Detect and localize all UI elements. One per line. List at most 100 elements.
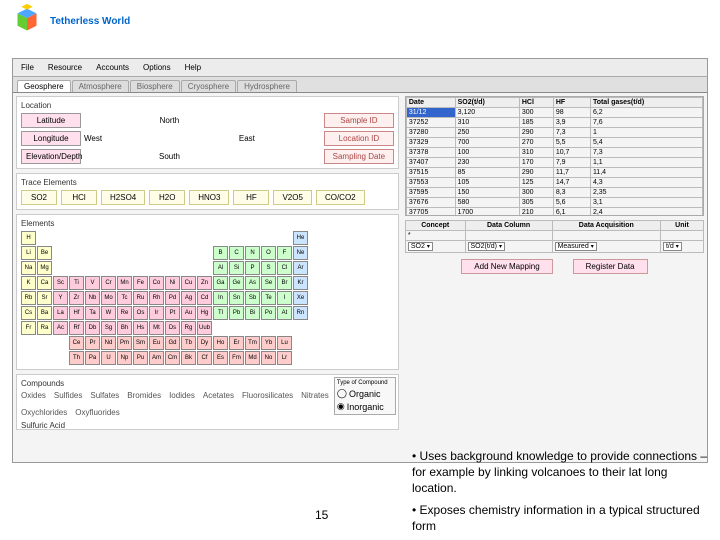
cell[interactable]: 37407 — [406, 158, 455, 168]
cell[interactable]: 37329 — [406, 138, 455, 148]
element-Sn[interactable]: Sn — [229, 291, 244, 305]
element-Sb[interactable]: Sb — [245, 291, 260, 305]
cell[interactable]: 7,9 — [553, 158, 590, 168]
element-La[interactable]: La — [53, 306, 68, 320]
cell[interactable]: 37378 — [406, 148, 455, 158]
element-N[interactable]: N — [245, 246, 260, 260]
cell[interactable]: 230 — [455, 158, 519, 168]
element-Rg[interactable]: Rg — [181, 321, 196, 335]
element-Es[interactable]: Es — [213, 351, 228, 365]
cell[interactable]: 290 — [519, 168, 553, 178]
element-I[interactable]: I — [277, 291, 292, 305]
cell[interactable]: 1 — [590, 128, 702, 138]
element-Xe[interactable]: Xe — [293, 291, 308, 305]
element-As[interactable]: As — [245, 276, 260, 290]
cell[interactable]: 6,2 — [590, 108, 702, 118]
element-Kr[interactable]: Kr — [293, 276, 308, 290]
cell[interactable]: 4,3 — [590, 178, 702, 188]
element-Rh[interactable]: Rh — [149, 291, 164, 305]
cell[interactable]: 85 — [455, 168, 519, 178]
element-Rf[interactable]: Rf — [69, 321, 84, 335]
element-In[interactable]: In — [213, 291, 228, 305]
cell[interactable]: 7,3 — [590, 148, 702, 158]
cell[interactable]: 580 — [455, 198, 519, 208]
element-S[interactable]: S — [261, 261, 276, 275]
element-Hg[interactable]: Hg — [197, 306, 212, 320]
element-Ds[interactable]: Ds — [165, 321, 180, 335]
element-Pt[interactable]: Pt — [165, 306, 180, 320]
sample-id-button[interactable]: Sample ID — [324, 113, 394, 128]
cell[interactable]: 8,3 — [553, 188, 590, 198]
element-Am[interactable]: Am — [149, 351, 164, 365]
element-Ga[interactable]: Ga — [213, 276, 228, 290]
cell[interactable]: 37705 — [406, 208, 455, 217]
cell[interactable]: 3,9 — [553, 118, 590, 128]
menu-accounts[interactable]: Accounts — [92, 62, 133, 73]
element-He[interactable]: He — [293, 231, 308, 245]
element-Tl[interactable]: Tl — [213, 306, 228, 320]
element-Re[interactable]: Re — [117, 306, 132, 320]
cell[interactable]: 98 — [553, 108, 590, 118]
element-Db[interactable]: Db — [85, 321, 100, 335]
element-Lu[interactable]: Lu — [277, 336, 292, 350]
cell[interactable]: 105 — [455, 178, 519, 188]
element-Cr[interactable]: Cr — [101, 276, 116, 290]
acq-select[interactable]: Measured — [555, 242, 597, 251]
element-Cf[interactable]: Cf — [197, 351, 212, 365]
element-Ce[interactable]: Ce — [69, 336, 84, 350]
trace-HF[interactable]: HF — [233, 190, 269, 205]
element-Pr[interactable]: Pr — [85, 336, 100, 350]
element-Mg[interactable]: Mg — [37, 261, 52, 275]
location-id-button[interactable]: Location ID — [324, 131, 394, 146]
datacol-select[interactable]: SO2(t/d) — [468, 242, 505, 251]
element-Hs[interactable]: Hs — [133, 321, 148, 335]
tab-biosphere[interactable]: Biosphere — [130, 80, 180, 92]
cell[interactable]: 2,4 — [590, 208, 702, 217]
cell[interactable]: 300 — [519, 188, 553, 198]
concept-select[interactable]: SO2 — [408, 242, 433, 251]
element-Tm[interactable]: Tm — [245, 336, 260, 350]
radio-inorganic[interactable]: ◉ — [337, 401, 345, 412]
element-Nb[interactable]: Nb — [85, 291, 100, 305]
element-Rb[interactable]: Rb — [21, 291, 36, 305]
cell[interactable]: 300 — [519, 108, 553, 118]
element-Mn[interactable]: Mn — [117, 276, 132, 290]
register-data-button[interactable]: Register Data — [573, 259, 648, 274]
element-V[interactable]: V — [85, 276, 100, 290]
element-Lr[interactable]: Lr — [277, 351, 292, 365]
element-Os[interactable]: Os — [133, 306, 148, 320]
cell[interactable]: 37280 — [406, 128, 455, 138]
element-Sc[interactable]: Sc — [53, 276, 68, 290]
element-Pm[interactable]: Pm — [117, 336, 132, 350]
tab-hydrosphere[interactable]: Hydrosphere — [237, 80, 297, 92]
element-P[interactable]: P — [245, 261, 260, 275]
element-Pd[interactable]: Pd — [165, 291, 180, 305]
menu-resource[interactable]: Resource — [44, 62, 86, 73]
element-Yb[interactable]: Yb — [261, 336, 276, 350]
cell[interactable]: 37515 — [406, 168, 455, 178]
element-Dy[interactable]: Dy — [197, 336, 212, 350]
menu-help[interactable]: Help — [181, 62, 205, 73]
element-Ar[interactable]: Ar — [293, 261, 308, 275]
cell[interactable]: 125 — [519, 178, 553, 188]
menu-file[interactable]: File — [17, 62, 38, 73]
menu-options[interactable]: Options — [139, 62, 175, 73]
element-Cm[interactable]: Cm — [165, 351, 180, 365]
compound-acetates[interactable]: Acetates — [203, 391, 234, 400]
element-Ir[interactable]: Ir — [149, 306, 164, 320]
cell[interactable]: 290 — [519, 128, 553, 138]
unit-select[interactable]: t/d — [663, 242, 682, 251]
element-Bk[interactable]: Bk — [181, 351, 196, 365]
sampling-date-button[interactable]: Sampling Date — [324, 149, 394, 164]
compound-oxyfluorides[interactable]: Oxyfluorides — [75, 408, 119, 417]
compound-iodides[interactable]: Iodides — [169, 391, 195, 400]
cell[interactable]: 37595 — [406, 188, 455, 198]
cell[interactable]: 11,7 — [553, 168, 590, 178]
cell[interactable]: 150 — [455, 188, 519, 198]
cell[interactable]: 37553 — [406, 178, 455, 188]
element-Md[interactable]: Md — [245, 351, 260, 365]
compound-bromides[interactable]: Bromides — [127, 391, 161, 400]
element-W[interactable]: W — [101, 306, 116, 320]
cell[interactable]: 5,4 — [590, 138, 702, 148]
cell[interactable]: 11,4 — [590, 168, 702, 178]
